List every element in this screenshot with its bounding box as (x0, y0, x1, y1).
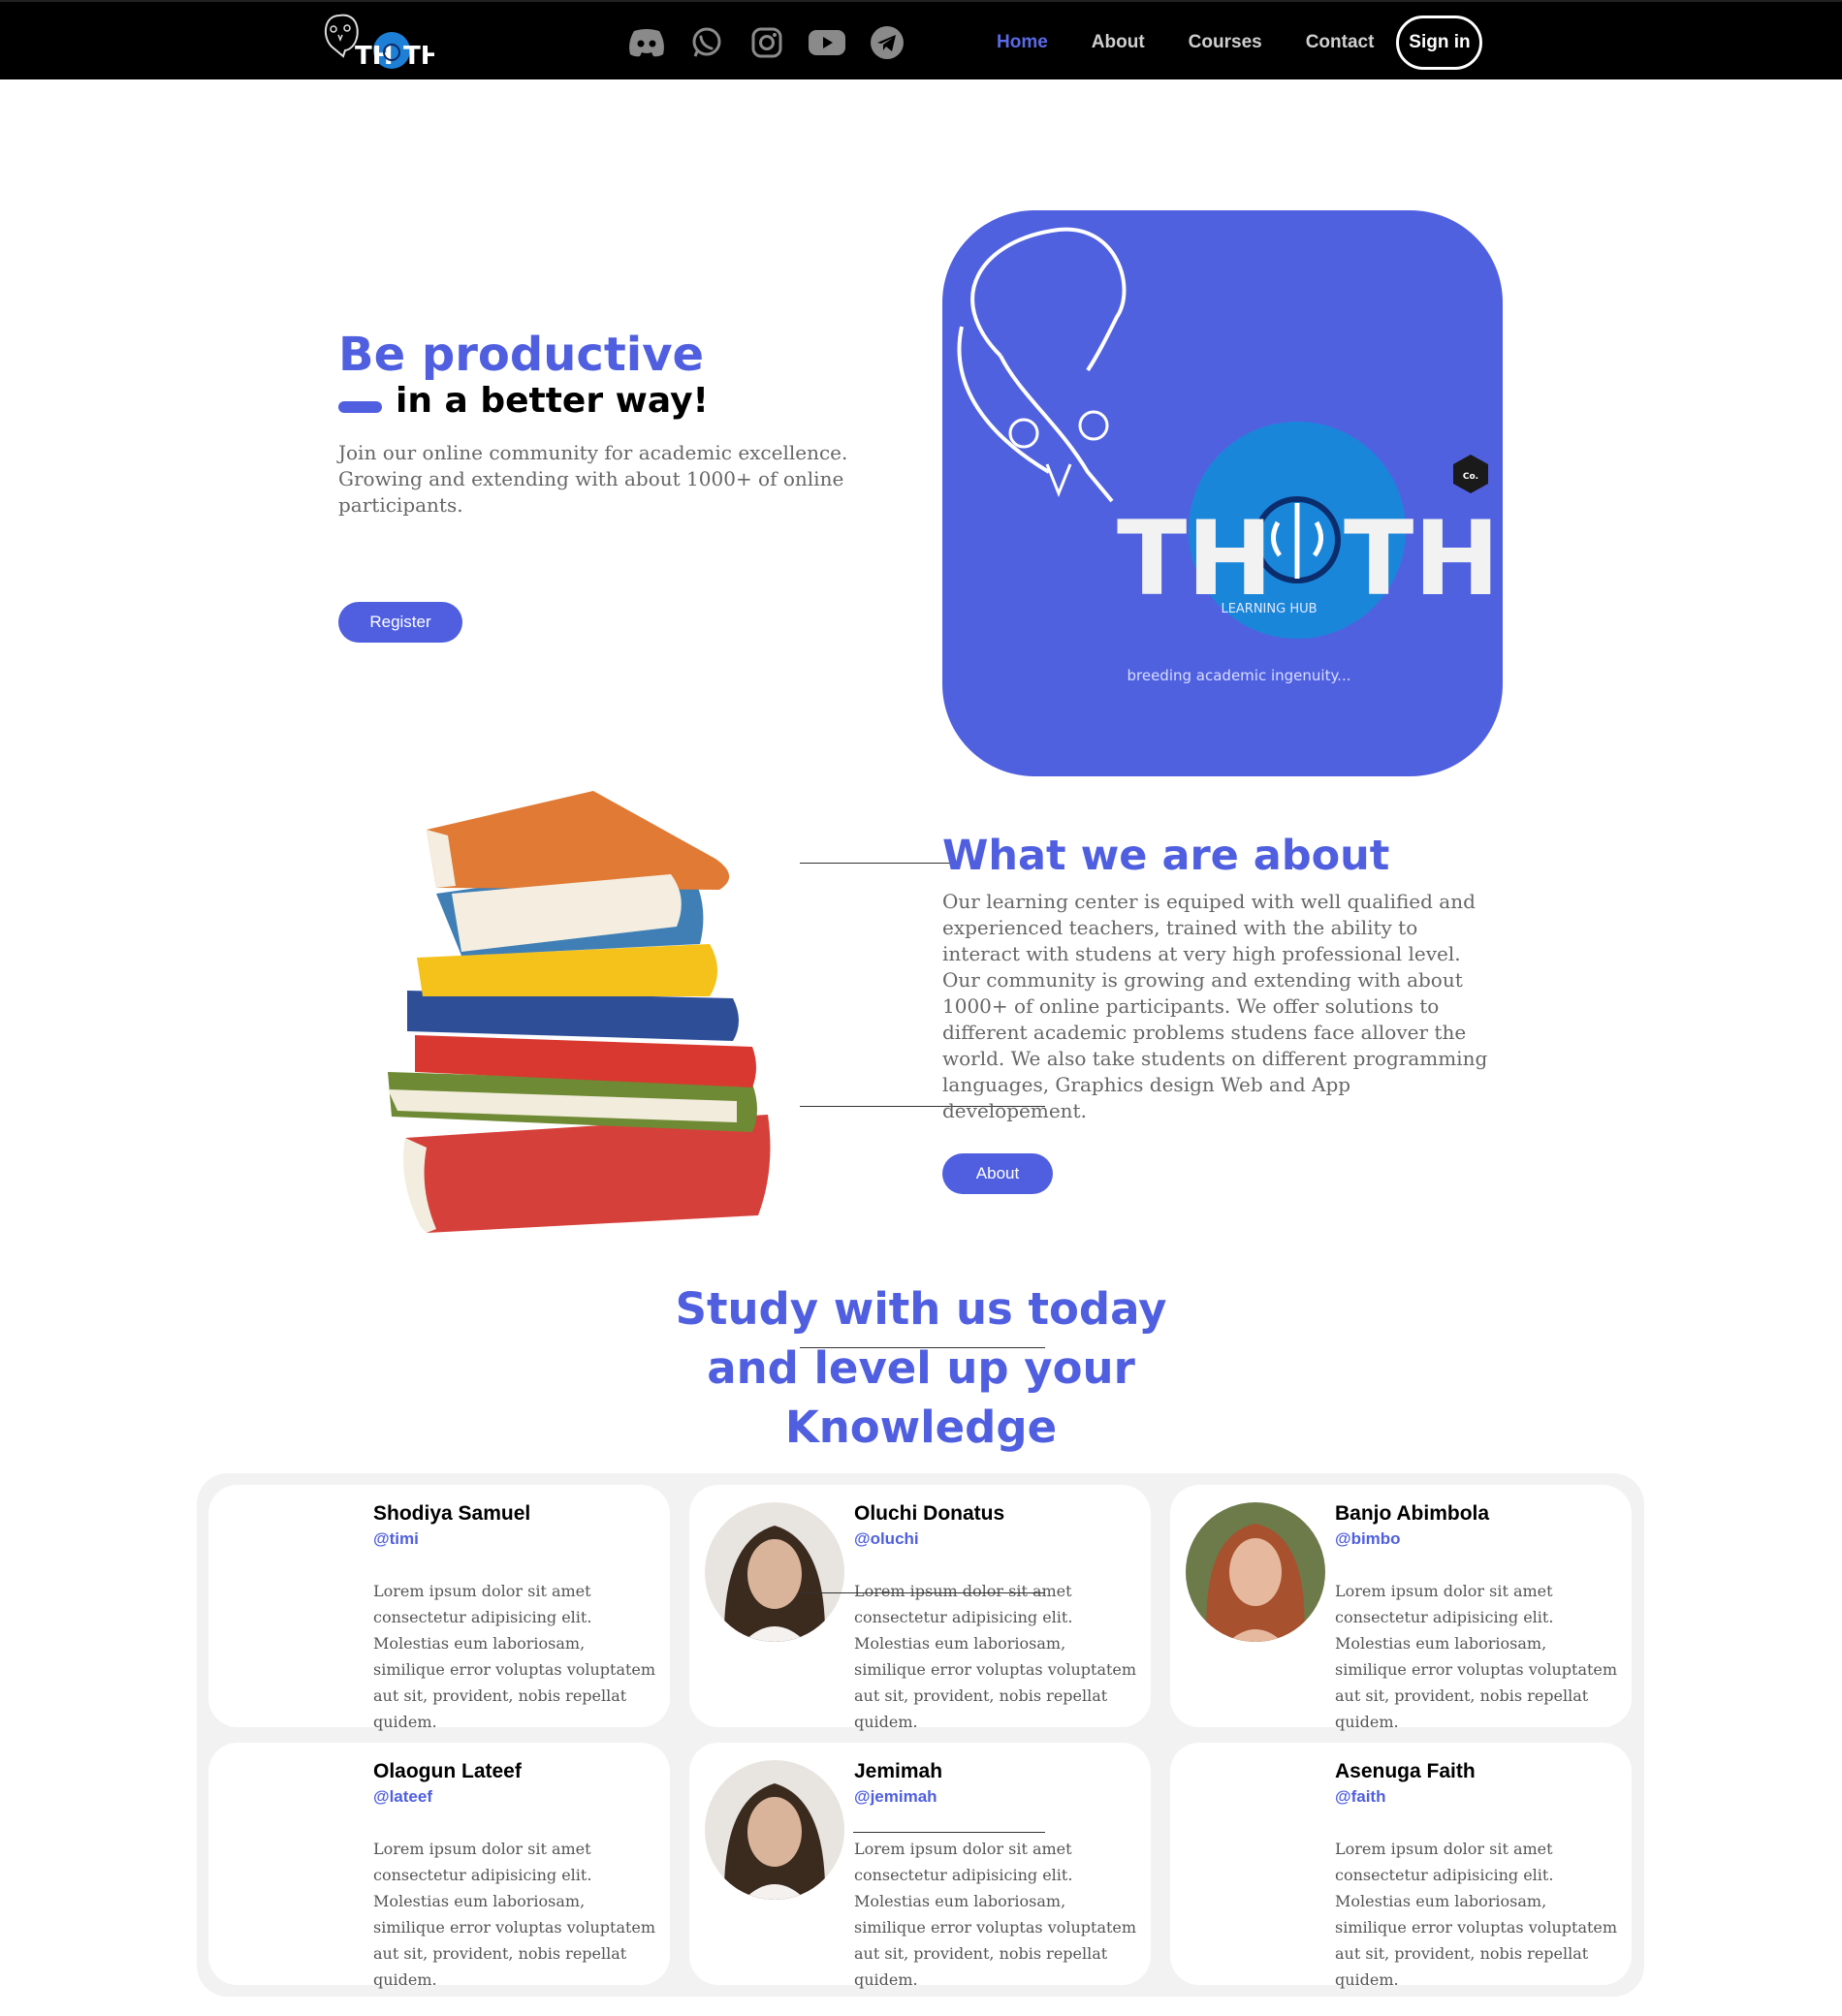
person-name: Jemimah (854, 1760, 943, 1782)
testimonial-card: Oluchi Donatus @oluchi Lorem ipsum dolor… (689, 1485, 1151, 1731)
hero-description: Join our online community for academic e… (338, 441, 848, 517)
page: TH TH Home About Courses Contact Sign in… (0, 0, 1842, 2016)
person-name: Asenuga Faith (1335, 1760, 1476, 1782)
register-button[interactable]: Register (338, 602, 462, 643)
accent-dash (338, 400, 382, 413)
testimonial-text: Lorem ipsum dolor sit amet consectetur a… (373, 1582, 656, 1731)
person-handle[interactable]: @oluchi (854, 1529, 919, 1549)
discord-icon[interactable] (626, 23, 667, 62)
social-links (626, 23, 907, 62)
testimonial-card: Olaogun Lateef @lateef Lorem ipsum dolor… (208, 1743, 670, 1989)
testimonial-card: Jemimah @jemimah Lorem ipsum dolor sit a… (689, 1743, 1151, 1989)
decor-line (800, 863, 955, 864)
hero-subtitle-text: in a better way! (396, 381, 709, 421)
brand-tagline: breeding academic ingenuity... (1127, 667, 1351, 684)
decor-line (800, 1592, 1045, 1593)
testimonial-card: Shodiya Samuel @timi Lorem ipsum dolor s… (208, 1485, 670, 1731)
study-line-1: Study with us today (675, 1283, 1167, 1335)
study-heading: Study with us today and level up your Kn… (630, 1279, 1212, 1457)
nav-about[interactable]: About (1092, 16, 1145, 70)
svg-text:TH: TH (1344, 499, 1500, 618)
nav-contact[interactable]: Contact (1306, 16, 1375, 70)
avatar (705, 1502, 844, 1642)
testimonial-text: Lorem ipsum dolor sit amet consectetur a… (854, 1582, 1137, 1731)
person-handle[interactable]: @timi (373, 1529, 419, 1549)
youtube-icon[interactable] (807, 23, 847, 62)
nav-home[interactable]: Home (997, 16, 1048, 70)
about-button[interactable]: About (942, 1153, 1053, 1194)
testimonial-text: Lorem ipsum dolor sit amet consectetur a… (854, 1840, 1137, 1989)
person-name: Shodiya Samuel (373, 1502, 531, 1525)
about-title: What we are about (942, 832, 1390, 880)
testimonial-card: Banjo Abimbola @bimbo Lorem ipsum dolor … (1170, 1485, 1632, 1731)
svg-text:TH: TH (403, 42, 434, 71)
whatsapp-icon[interactable] (686, 23, 727, 62)
thoth-logo[interactable]: TH TH (320, 12, 434, 72)
decor-line (853, 1832, 1045, 1833)
avatar (705, 1760, 844, 1900)
hero-title: Be productive (338, 328, 705, 382)
main-menu: Home About Courses Contact Sign in (997, 16, 1483, 70)
person-handle[interactable]: @lateef (373, 1787, 432, 1807)
instagram-icon[interactable] (746, 23, 787, 62)
person-name: Oluchi Donatus (854, 1502, 1005, 1525)
person-name: Banjo Abimbola (1335, 1502, 1490, 1525)
avatar (1186, 1502, 1325, 1642)
thoth-brand-logo: TH TH Co. (957, 227, 1500, 639)
sign-in-button[interactable]: Sign in (1396, 16, 1483, 70)
person-handle[interactable]: @bimbo (1335, 1529, 1401, 1549)
about-description: Our learning center is equiped with well… (942, 890, 1488, 1122)
learning-hub-label: LEARNING HUB (1221, 602, 1318, 616)
book-stack-image (388, 791, 771, 1233)
hero-brand-card: TH TH Co. LEARNING HUB breeding academic… (942, 210, 1503, 776)
testimonial-text: Lorem ipsum dolor sit amet consectetur a… (1335, 1840, 1618, 1989)
testimonial-text: Lorem ipsum dolor sit amet consectetur a… (1335, 1582, 1618, 1731)
nav-courses[interactable]: Courses (1189, 16, 1262, 70)
study-line-3: Knowledge (784, 1402, 1058, 1453)
telegram-icon[interactable] (867, 23, 907, 62)
decor-line (800, 1347, 1045, 1348)
svg-text:TH: TH (1117, 499, 1273, 618)
testimonial-card: Asenuga Faith @faith Lorem ipsum dolor s… (1170, 1743, 1632, 1989)
navbar: TH TH Home About Courses Contact Sign in (0, 0, 1842, 79)
person-handle[interactable]: @jemimah (854, 1787, 937, 1807)
hero-subtitle: in a better way! (338, 381, 709, 421)
testimonial-text: Lorem ipsum dolor sit amet consectetur a… (373, 1840, 656, 1989)
co-badge: Co. (1463, 472, 1478, 482)
person-name: Olaogun Lateef (373, 1760, 522, 1782)
person-handle[interactable]: @faith (1335, 1787, 1385, 1807)
testimonials-section: Shodiya Samuel @timi Lorem ipsum dolor s… (197, 1473, 1644, 1997)
